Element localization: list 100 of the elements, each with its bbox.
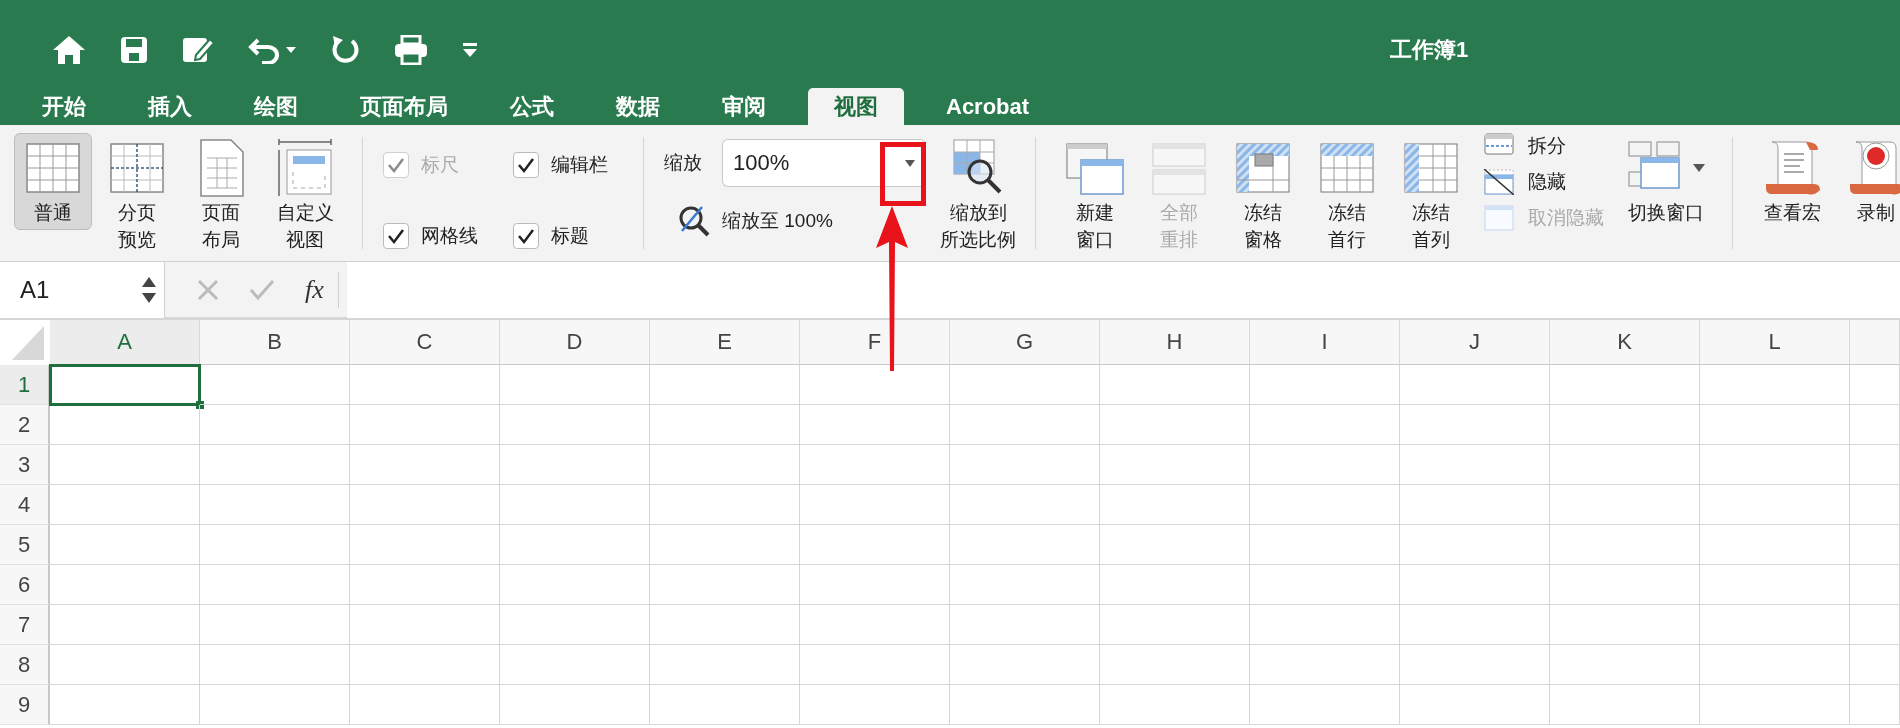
table-cell[interactable] (1550, 645, 1700, 685)
table-cell[interactable] (1550, 405, 1700, 445)
table-cell[interactable] (800, 445, 950, 485)
table-cell[interactable] (1700, 605, 1850, 645)
insert-function-button[interactable]: fx (305, 274, 324, 305)
macro-button[interactable]: 查看宏 (1753, 133, 1831, 230)
table-cell[interactable] (200, 645, 350, 685)
checkbox[interactable] (383, 222, 409, 249)
column-header[interactable]: L (1700, 320, 1850, 365)
table-cell[interactable] (1550, 365, 1700, 405)
column-header[interactable]: F (800, 320, 950, 365)
table-cell[interactable] (1700, 405, 1850, 445)
table-cell[interactable] (1700, 565, 1850, 605)
table-cell[interactable] (650, 685, 800, 725)
table-cell[interactable] (1700, 445, 1850, 485)
table-cell[interactable] (1400, 405, 1550, 445)
table-cell[interactable] (1250, 445, 1400, 485)
table-cell[interactable] (950, 405, 1100, 445)
table-cell[interactable] (1400, 685, 1550, 725)
undo-icon[interactable] (248, 36, 280, 64)
row-header[interactable]: 3 (0, 445, 50, 485)
ribbon-tab[interactable]: 审阅 (702, 88, 786, 125)
table-cell[interactable] (1700, 645, 1850, 685)
table-cell[interactable] (500, 605, 650, 645)
table-cell[interactable] (50, 525, 200, 565)
column-header[interactable]: G (950, 320, 1100, 365)
table-cell[interactable] (1100, 685, 1250, 725)
customize-toolbar-icon[interactable] (462, 43, 478, 57)
table-cell[interactable] (500, 685, 650, 725)
cancel-icon[interactable] (197, 278, 219, 301)
table-cell[interactable] (200, 405, 350, 445)
table-cell[interactable] (650, 645, 800, 685)
table-cell[interactable] (950, 645, 1100, 685)
table-cell[interactable] (1250, 485, 1400, 525)
save-icon[interactable] (120, 36, 148, 64)
table-cell[interactable] (50, 445, 200, 485)
table-cell[interactable] (1850, 565, 1900, 605)
table-cell[interactable] (200, 445, 350, 485)
table-cell[interactable] (500, 405, 650, 445)
table-cell[interactable] (1700, 685, 1850, 725)
table-cell[interactable] (350, 405, 500, 445)
table-cell[interactable] (950, 565, 1100, 605)
view-button[interactable]: 自定义 视图 (266, 133, 344, 257)
table-cell[interactable] (1400, 605, 1550, 645)
table-cell[interactable] (1550, 685, 1700, 725)
table-cell[interactable] (500, 485, 650, 525)
name-box[interactable]: A1 (0, 261, 165, 318)
table-cell[interactable] (1400, 565, 1550, 605)
table-cell[interactable] (950, 445, 1100, 485)
macro-button[interactable]: 录制 (1837, 133, 1900, 230)
table-cell[interactable] (650, 405, 800, 445)
row-header[interactable]: 7 (0, 605, 50, 645)
table-cell[interactable] (650, 605, 800, 645)
window-option[interactable]: 隐藏 (1484, 169, 1604, 195)
column-header[interactable]: D (500, 320, 650, 365)
table-cell[interactable] (650, 445, 800, 485)
ribbon-tab[interactable]: Acrobat (926, 88, 1050, 125)
row-header[interactable]: 9 (0, 685, 50, 725)
table-cell[interactable] (200, 685, 350, 725)
ribbon-tab[interactable]: 公式 (490, 88, 574, 125)
column-header[interactable]: K (1550, 320, 1700, 365)
ribbon-tab[interactable]: 视图 (808, 88, 904, 125)
table-cell[interactable] (200, 365, 350, 405)
table-cell[interactable] (350, 365, 500, 405)
column-header[interactable]: A (50, 320, 200, 365)
row-header[interactable]: 4 (0, 485, 50, 525)
table-cell[interactable] (650, 565, 800, 605)
table-cell[interactable] (1400, 525, 1550, 565)
table-cell[interactable] (350, 485, 500, 525)
table-cell[interactable] (200, 525, 350, 565)
table-cell[interactable] (1250, 565, 1400, 605)
table-cell[interactable] (200, 565, 350, 605)
table-cell[interactable] (1250, 645, 1400, 685)
table-cell[interactable] (1100, 645, 1250, 685)
table-cell[interactable] (1850, 685, 1900, 725)
row-header[interactable]: 2 (0, 405, 50, 445)
table-cell[interactable] (650, 485, 800, 525)
table-cell[interactable] (1250, 525, 1400, 565)
table-cell[interactable] (650, 525, 800, 565)
column-header[interactable]: H (1100, 320, 1250, 365)
table-cell[interactable] (200, 485, 350, 525)
table-cell[interactable] (350, 445, 500, 485)
table-cell[interactable] (1100, 485, 1250, 525)
table-cell[interactable] (1250, 685, 1400, 725)
window-button[interactable]: 冻结 窗格 (1224, 133, 1302, 257)
ribbon-tab[interactable]: 页面布局 (340, 88, 468, 125)
table-cell[interactable] (1100, 605, 1250, 645)
table-cell[interactable] (1400, 365, 1550, 405)
table-cell[interactable] (1700, 525, 1850, 565)
table-cell[interactable] (350, 525, 500, 565)
print-icon[interactable] (394, 35, 428, 65)
table-cell[interactable] (950, 685, 1100, 725)
edit-document-icon[interactable] (182, 35, 214, 65)
table-cell[interactable] (1850, 445, 1900, 485)
table-cell[interactable] (1550, 605, 1700, 645)
view-button[interactable]: 普通 (14, 133, 92, 230)
formula-field[interactable] (346, 261, 1900, 318)
table-cell[interactable] (950, 485, 1100, 525)
window-button[interactable]: 冻结 首行 (1308, 133, 1386, 257)
table-cell[interactable] (650, 365, 800, 405)
